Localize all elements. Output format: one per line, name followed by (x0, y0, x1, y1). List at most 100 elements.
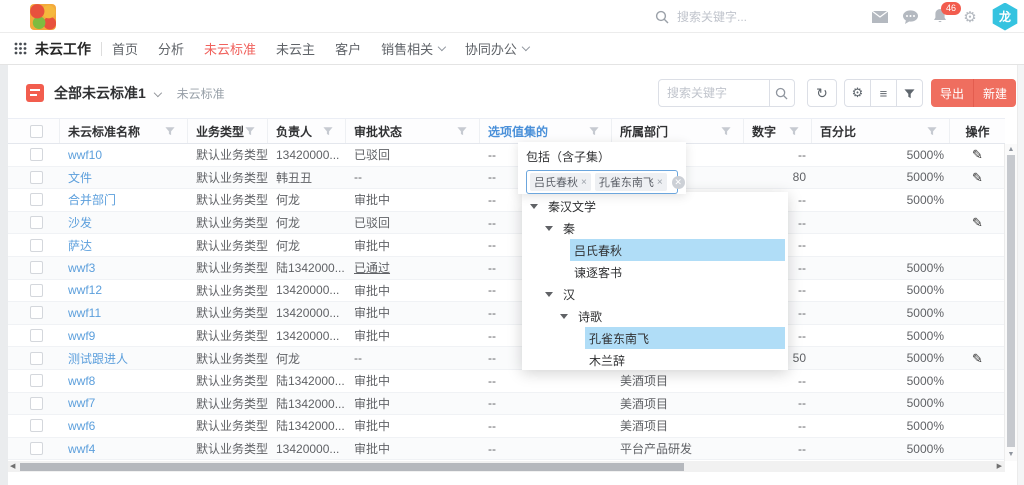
vertical-scrollbar-thumb[interactable] (1007, 155, 1015, 447)
tree-item-7[interactable]: 木兰辞 (522, 349, 788, 371)
tree-item-5[interactable]: 诗歌 (522, 305, 788, 327)
filter-icon[interactable] (721, 126, 731, 136)
horizontal-scrollbar[interactable]: ◀ ▶ (8, 461, 1005, 472)
expand-arrow-icon[interactable] (545, 292, 553, 297)
horizontal-scrollbar-thumb[interactable] (20, 463, 684, 471)
cell-percent: 5000% (812, 393, 950, 415)
filter-tag-input[interactable]: 吕氏春秋×孔雀东南飞× ✕ (526, 170, 678, 194)
tree-item-content: 谏逐客书 (570, 261, 785, 283)
tree-item-0[interactable]: 秦汉文学 (522, 195, 788, 217)
record-link[interactable]: 沙发 (68, 214, 92, 231)
scroll-down-arrow[interactable]: ▼ (1005, 450, 1017, 460)
nav-item-5[interactable]: 销售相关 (381, 39, 445, 58)
filter-button[interactable] (896, 79, 923, 107)
app-logo[interactable] (30, 4, 56, 30)
record-link[interactable]: wwf9 (68, 329, 95, 343)
status-text: 审批中 (354, 327, 390, 344)
expand-arrow-icon[interactable] (530, 204, 538, 209)
scroll-right-arrow[interactable]: ▶ (997, 461, 1002, 472)
scroll-left-arrow[interactable]: ◀ (10, 461, 15, 472)
row-checkbox[interactable] (30, 397, 43, 410)
row-checkbox[interactable] (30, 239, 43, 252)
cell-department: 平台产品研发 (612, 438, 744, 460)
edit-icon[interactable]: ✎ (972, 352, 983, 365)
record-link[interactable]: 测试跟进人 (68, 350, 128, 367)
nav-item-1[interactable]: 分析 (158, 39, 184, 58)
tree-item-6[interactable]: 孔雀东南飞 (522, 327, 788, 349)
expand-arrow-icon[interactable] (545, 226, 553, 231)
cell-approval-status: 审批中 (346, 438, 480, 460)
row-checkbox[interactable] (30, 171, 43, 184)
settings-button[interactable]: ⚙ (844, 79, 871, 107)
record-link[interactable]: wwf3 (68, 261, 95, 275)
row-checkbox[interactable] (30, 352, 43, 365)
filter-icon[interactable] (323, 126, 333, 136)
expand-arrow-icon[interactable] (560, 314, 568, 319)
cell-percent: 5000% (812, 144, 950, 166)
row-checkbox[interactable] (30, 306, 43, 319)
edit-icon[interactable]: ✎ (972, 171, 983, 184)
record-link[interactable]: wwf8 (68, 374, 95, 388)
remove-tag-icon[interactable]: × (657, 177, 663, 188)
filter-icon[interactable] (245, 126, 255, 136)
record-link[interactable]: wwf7 (68, 396, 95, 410)
view-title[interactable]: 全部未云标准1 (54, 83, 146, 103)
record-link[interactable]: wwf4 (68, 442, 95, 456)
row-checkbox[interactable] (30, 216, 43, 229)
bell-icon[interactable]: 46 (925, 9, 955, 24)
filter-icon[interactable] (457, 126, 467, 136)
table-search-button[interactable] (769, 79, 795, 107)
record-link[interactable]: 萨达 (68, 237, 92, 254)
record-link[interactable]: 文件 (68, 169, 92, 186)
filter-icon[interactable] (789, 126, 799, 136)
create-button[interactable]: 新建 (973, 79, 1016, 107)
avatar[interactable]: 龙 (991, 3, 1019, 31)
app-launcher-icon[interactable] (14, 42, 27, 55)
filter-icon[interactable] (927, 126, 937, 136)
clear-icon[interactable]: ✕ (672, 176, 685, 189)
row-checkbox[interactable] (30, 374, 43, 387)
record-link[interactable]: wwf6 (68, 419, 95, 433)
edit-icon[interactable]: ✎ (972, 216, 983, 229)
cell-option-set: -- (480, 415, 612, 437)
nav-item-3[interactable]: 未云主 (276, 39, 315, 58)
vertical-scrollbar[interactable]: ▲ ▼ (1004, 144, 1017, 461)
record-link[interactable]: wwf12 (68, 283, 102, 297)
columns-button[interactable]: ≡ (870, 79, 897, 107)
chevron-down-icon[interactable] (154, 88, 162, 96)
nav-item-4[interactable]: 客户 (335, 39, 361, 58)
row-checkbox[interactable] (30, 284, 43, 297)
gear-icon[interactable]: ⚙ (955, 8, 985, 26)
cell-checkbox (8, 234, 60, 256)
refresh-button[interactable]: ↻ (807, 79, 837, 107)
row-checkbox[interactable] (30, 148, 43, 161)
global-search[interactable]: 搜索关键字... (655, 0, 747, 33)
record-link[interactable]: 合并部门 (68, 191, 116, 208)
scroll-up-arrow[interactable]: ▲ (1005, 145, 1017, 155)
page-scrollbar[interactable] (1017, 65, 1024, 485)
filter-icon[interactable] (165, 126, 175, 136)
nav-item-6[interactable]: 协同办公 (465, 39, 529, 58)
edit-icon[interactable]: ✎ (972, 148, 983, 161)
select-all-checkbox[interactable] (30, 125, 43, 138)
row-checkbox[interactable] (30, 419, 43, 432)
record-link[interactable]: wwf11 (68, 306, 101, 320)
tree-item-4[interactable]: 汉 (522, 283, 788, 305)
row-checkbox[interactable] (30, 442, 43, 455)
table-search-input[interactable] (658, 79, 770, 107)
mail-icon[interactable] (865, 11, 895, 23)
tree-item-2[interactable]: 吕氏春秋 (522, 239, 788, 261)
tree-item-1[interactable]: 秦 (522, 217, 788, 239)
nav-item-2[interactable]: 未云标准 (204, 39, 256, 58)
cell-percent: 5000% (812, 415, 950, 437)
tree-item-3[interactable]: 谏逐客书 (522, 261, 788, 283)
row-checkbox[interactable] (30, 193, 43, 206)
chat-icon[interactable] (895, 10, 925, 24)
row-checkbox[interactable] (30, 329, 43, 342)
row-checkbox[interactable] (30, 261, 43, 274)
export-button[interactable]: 导出 (931, 79, 973, 107)
remove-tag-icon[interactable]: × (581, 177, 587, 188)
record-link[interactable]: wwf10 (68, 148, 102, 162)
filter-icon[interactable] (589, 126, 599, 136)
nav-item-0[interactable]: 首页 (112, 39, 138, 58)
